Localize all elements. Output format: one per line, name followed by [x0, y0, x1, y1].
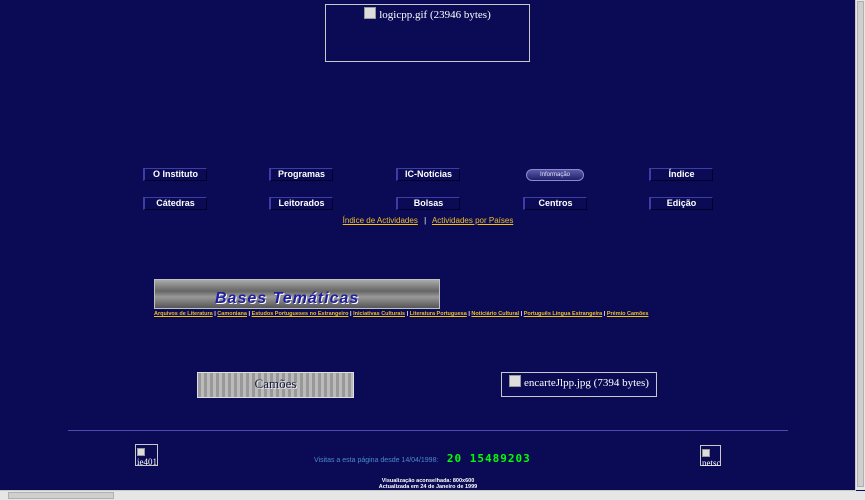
- nav-programas[interactable]: Programas: [269, 168, 333, 181]
- nav-o-instituto[interactable]: O Instituto: [143, 168, 207, 181]
- link-literatura-portuguesa[interactable]: Literatura Portuguesa: [410, 311, 467, 317]
- visits-label: Visitas a esta página desde 14/04/1998:: [314, 457, 439, 464]
- nav-catedras[interactable]: Cátedras: [143, 197, 207, 210]
- vertical-scroll-thumb[interactable]: [857, 1, 864, 487]
- link-estudos-portugueses[interactable]: Estudos Portugueses no Estrangeiro: [252, 311, 349, 317]
- bases-links: Arquivos de Literatura | Camoniana | Est…: [154, 311, 648, 317]
- sep: |: [248, 311, 251, 317]
- footer-text: Visualização aconselhada: 800x600 Actual…: [0, 478, 856, 490]
- link-noticiario-cultural[interactable]: Noticiário Cultural: [471, 311, 519, 317]
- nav-ic-noticias[interactable]: IC-Notícias: [396, 168, 460, 181]
- sep: |: [468, 311, 470, 317]
- broken-image-icon: [509, 375, 522, 387]
- vertical-scrollbar[interactable]: [855, 0, 865, 490]
- netscape-badge[interactable]: netsc: [700, 445, 721, 468]
- sep: |: [349, 311, 352, 317]
- visits-counter: 20 15489203: [446, 452, 531, 465]
- nav-centros[interactable]: Centros: [523, 197, 587, 210]
- link-premio-camoes[interactable]: Prémio Camões: [607, 311, 649, 317]
- institute-logo-image: logicpp.gif (23946 bytes): [325, 4, 530, 62]
- nav-informacao[interactable]: Informação: [523, 168, 587, 181]
- link-camoniana[interactable]: Camoniana: [217, 311, 247, 317]
- logo-alt-text: logicpp.gif (23946 bytes): [379, 9, 491, 21]
- horizontal-scrollbar[interactable]: [0, 490, 856, 500]
- link-portugues-lingua-estrangeira[interactable]: Português Língua Estrangeira: [524, 311, 603, 317]
- encarte-image[interactable]: encarteJlpp.jpg (7394 bytes): [501, 372, 657, 397]
- ie401-alt-text: ie401: [137, 457, 157, 467]
- visits-counter-row: Visitas a esta página desde 14/04/1998: …: [314, 449, 531, 467]
- sep: |: [406, 311, 409, 317]
- banner-title: Bases Temáticas: [215, 290, 360, 307]
- nav-leitorados[interactable]: Leitorados: [269, 197, 333, 210]
- nav-bolsas[interactable]: Bolsas: [396, 197, 460, 210]
- sep: |: [603, 311, 606, 317]
- sep: |: [214, 311, 216, 317]
- sep: |: [520, 311, 523, 317]
- broken-image-icon: [702, 449, 710, 457]
- nav-indice[interactable]: Índice: [649, 168, 713, 181]
- horizontal-scroll-thumb[interactable]: [8, 492, 114, 499]
- camoes-banner[interactable]: Camões: [197, 372, 354, 398]
- netsc-alt-text: netsc: [702, 458, 721, 468]
- link-separator: |: [424, 216, 427, 225]
- divider: [68, 430, 788, 431]
- encarte-alt-text: encarteJlpp.jpg (7394 bytes): [524, 377, 649, 389]
- nav-informacao-label: Informação: [526, 169, 584, 181]
- scrollbar-corner: [856, 491, 865, 500]
- activities-index-link[interactable]: Índice de Actividades: [343, 216, 418, 225]
- activities-by-country-link[interactable]: Actividades por Países: [432, 216, 513, 225]
- broken-image-icon: [364, 7, 377, 19]
- broken-image-icon: [137, 448, 145, 456]
- ie401-badge[interactable]: ie401: [135, 444, 158, 467]
- link-iniciativas-culturais[interactable]: Iniciativas Culturais: [353, 311, 405, 317]
- link-arquivos-literatura[interactable]: Arquivos de Literatura: [154, 311, 213, 317]
- bases-tematicas-banner[interactable]: Bases Temáticas: [154, 279, 440, 309]
- activity-links: Índice de Actividades | Actividades por …: [0, 216, 856, 225]
- camoes-banner-text: Camões: [254, 376, 297, 391]
- nav-edicao[interactable]: Edição: [649, 197, 713, 210]
